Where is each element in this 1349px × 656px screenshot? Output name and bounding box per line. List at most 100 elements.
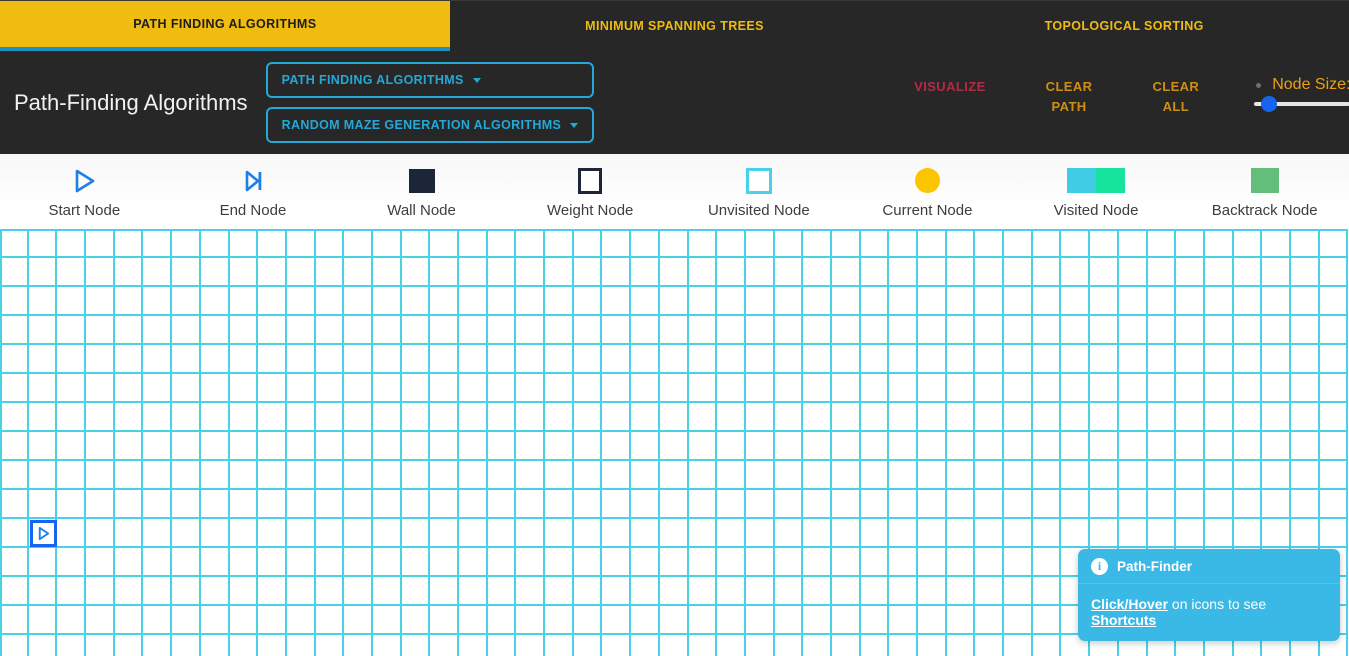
- grid-cell[interactable]: [516, 635, 546, 656]
- grid-cell[interactable]: [1176, 316, 1205, 345]
- grid-cell[interactable]: [573, 229, 603, 258]
- grid-cell[interactable]: [774, 519, 804, 548]
- grid-cell[interactable]: [602, 490, 632, 519]
- grid-cell[interactable]: [1061, 490, 1091, 519]
- grid-cell[interactable]: [114, 229, 144, 258]
- grid-cell[interactable]: [1233, 229, 1263, 258]
- grid-cell[interactable]: [1290, 461, 1320, 490]
- grid-cell[interactable]: [430, 606, 459, 635]
- grid-cell[interactable]: [1233, 316, 1263, 345]
- grid-cell[interactable]: [0, 461, 29, 490]
- grid-cell[interactable]: [774, 461, 804, 490]
- grid-cell[interactable]: [975, 548, 1005, 577]
- grid-cell[interactable]: [200, 345, 230, 374]
- grid-cell[interactable]: [143, 635, 173, 656]
- grid-cell[interactable]: [516, 287, 546, 316]
- grid-cell[interactable]: [516, 258, 546, 287]
- grid-cell[interactable]: [803, 374, 832, 403]
- grid-cell[interactable]: [545, 229, 574, 258]
- grid-cell[interactable]: [344, 345, 373, 374]
- grid-cell[interactable]: [57, 229, 87, 258]
- grid-cell[interactable]: [717, 577, 746, 606]
- grid-cell[interactable]: [258, 258, 287, 287]
- grid-cell[interactable]: [831, 461, 861, 490]
- grid-cell[interactable]: [831, 577, 861, 606]
- grid-cell[interactable]: [717, 606, 746, 635]
- node-size-slider-thumb[interactable]: [1260, 96, 1277, 112]
- grid-cell[interactable]: [975, 635, 1005, 656]
- grid-cell[interactable]: [114, 461, 144, 490]
- grid-cell[interactable]: [28, 229, 58, 258]
- grid-cell[interactable]: [1061, 316, 1091, 345]
- grid-cell[interactable]: [545, 490, 574, 519]
- grid-cell[interactable]: [86, 606, 115, 635]
- grid-cell[interactable]: [745, 577, 775, 606]
- grid-cell[interactable]: [1176, 258, 1205, 287]
- grid-cell[interactable]: [745, 548, 775, 577]
- grid-cell[interactable]: [459, 577, 488, 606]
- grid-cell[interactable]: [1204, 432, 1234, 461]
- grid-cell[interactable]: [372, 229, 402, 258]
- grid-cell[interactable]: [774, 316, 804, 345]
- grid-cell[interactable]: [229, 316, 259, 345]
- grid-cell[interactable]: [918, 229, 947, 258]
- grid-cell[interactable]: [344, 287, 373, 316]
- grid-cell[interactable]: [1032, 229, 1062, 258]
- grid-cell[interactable]: [688, 316, 718, 345]
- grid-cell[interactable]: [258, 635, 287, 656]
- grid-cell[interactable]: [1233, 287, 1263, 316]
- grid-cell[interactable]: [860, 490, 890, 519]
- grid-cell[interactable]: [315, 519, 345, 548]
- grid-cell[interactable]: [1061, 229, 1091, 258]
- grid-cell[interactable]: [114, 577, 144, 606]
- grid-cell[interactable]: [1204, 461, 1234, 490]
- grid-cell[interactable]: [459, 345, 488, 374]
- grid-cell[interactable]: [831, 432, 861, 461]
- grid-cell[interactable]: [459, 258, 488, 287]
- grid-cell[interactable]: [918, 606, 947, 635]
- grid-cell[interactable]: [918, 287, 947, 316]
- grid-cell[interactable]: [200, 577, 230, 606]
- grid-cell[interactable]: [975, 345, 1005, 374]
- grid-cell[interactable]: [1262, 432, 1291, 461]
- grid-cell[interactable]: [602, 548, 632, 577]
- grid-cell[interactable]: [831, 258, 861, 287]
- grid-cell[interactable]: [688, 374, 718, 403]
- grid-cell[interactable]: [889, 461, 918, 490]
- grid-cell[interactable]: [1004, 229, 1033, 258]
- grid-cell[interactable]: [401, 461, 431, 490]
- grid-cell[interactable]: [803, 519, 832, 548]
- grid-cell[interactable]: [831, 374, 861, 403]
- legend-item-weight-node[interactable]: Weight Node: [506, 167, 675, 219]
- grid-cell[interactable]: [631, 432, 660, 461]
- grid-cell[interactable]: [315, 258, 345, 287]
- grid-cell[interactable]: [774, 490, 804, 519]
- grid-cell[interactable]: [401, 432, 431, 461]
- grid-cell[interactable]: [200, 258, 230, 287]
- grid-cell[interactable]: [1204, 316, 1234, 345]
- grid-cell[interactable]: [1118, 258, 1148, 287]
- grid-cell[interactable]: [1319, 374, 1349, 403]
- grid-cell[interactable]: [860, 519, 890, 548]
- grid-cell[interactable]: [1147, 432, 1177, 461]
- grid-cell[interactable]: [229, 287, 259, 316]
- grid-cell[interactable]: [229, 374, 259, 403]
- grid-cell[interactable]: [459, 490, 488, 519]
- grid-cell[interactable]: [918, 577, 947, 606]
- grid-cell[interactable]: [344, 432, 373, 461]
- grid-cell[interactable]: [516, 374, 546, 403]
- grid-cell[interactable]: [1319, 287, 1349, 316]
- grid-cell[interactable]: [86, 287, 115, 316]
- grid-cell[interactable]: [573, 403, 603, 432]
- grid-cell[interactable]: [401, 316, 431, 345]
- grid-cell[interactable]: [918, 519, 947, 548]
- grid-cell[interactable]: [459, 374, 488, 403]
- grid-cell[interactable]: [803, 606, 832, 635]
- grid-cell[interactable]: [200, 316, 230, 345]
- grid-cell[interactable]: [803, 287, 832, 316]
- grid-cell[interactable]: [1004, 316, 1033, 345]
- grid-cell[interactable]: [573, 519, 603, 548]
- grid-cell[interactable]: [688, 519, 718, 548]
- grid-cell[interactable]: [372, 461, 402, 490]
- grid-cell[interactable]: [315, 403, 345, 432]
